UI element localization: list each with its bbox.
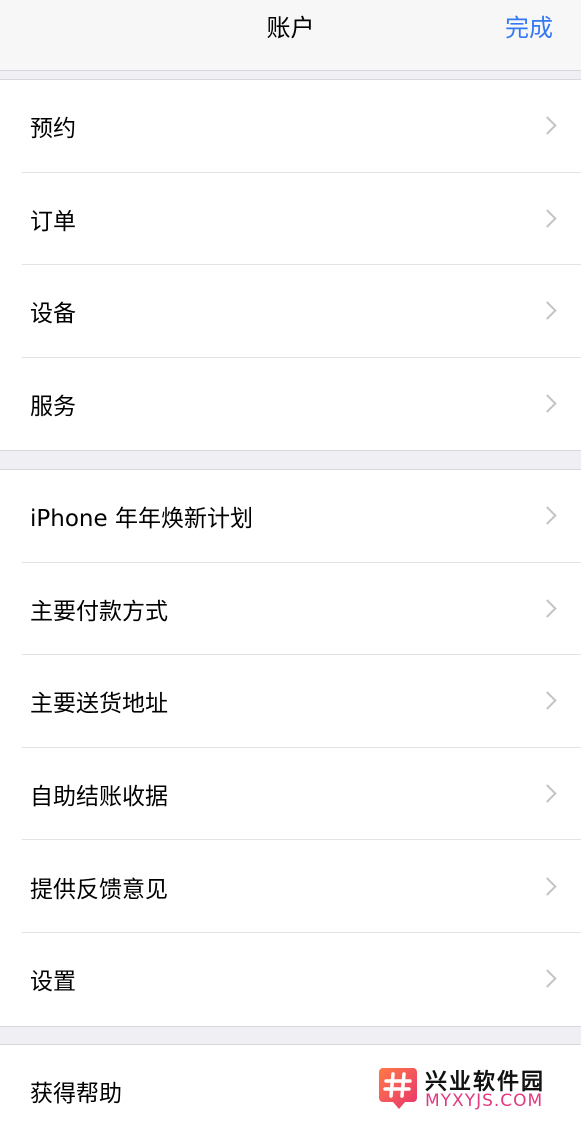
list-item-devices[interactable]: 设备	[0, 265, 581, 358]
list-item-label: 设备	[30, 301, 76, 328]
chevron-right-icon	[538, 394, 557, 413]
list-item-label: 主要付款方式	[30, 598, 168, 625]
list-item-payment-method[interactable]: 主要付款方式	[0, 563, 581, 656]
list-item-label: 服务	[30, 394, 76, 421]
list-item-label: 主要送货地址	[30, 691, 168, 718]
done-button[interactable]: 完成	[505, 0, 553, 56]
chevron-right-icon	[538, 116, 557, 135]
list-item-label: 自助结账收据	[30, 784, 168, 811]
chevron-right-icon	[538, 599, 557, 618]
chevron-right-icon	[538, 691, 557, 711]
list-item-settings[interactable]: 设置	[0, 933, 581, 1026]
list-item-label: 提供反馈意见	[30, 876, 168, 903]
list-item-self-checkout-receipts[interactable]: 自助结账收据	[0, 748, 581, 841]
navigation-bar: 账户 完成	[0, 0, 581, 71]
list-item-label: 预约	[30, 116, 76, 143]
watermark-subtitle: MYXYJS.COM	[425, 1091, 544, 1111]
list-item-label: 设置	[30, 969, 76, 996]
list-item-label: 订单	[30, 208, 76, 235]
chevron-right-icon	[538, 876, 557, 896]
chevron-right-icon	[538, 301, 557, 321]
hash-logo-icon	[379, 1068, 417, 1109]
account-group-settings: iPhone 年年焕新计划 主要付款方式 主要送货地址 自助结账收据 提供反馈意…	[0, 469, 581, 1027]
list-item-shipping-address[interactable]: 主要送货地址	[0, 655, 581, 748]
list-item-orders[interactable]: 订单	[0, 173, 581, 266]
list-item-feedback[interactable]: 提供反馈意见	[0, 840, 581, 933]
account-group-orders: 预约 订单 设备 服务	[0, 79, 581, 452]
chevron-right-icon	[538, 784, 557, 803]
watermark: 兴业软件园 MYXYJS.COM	[379, 1064, 573, 1112]
chevron-right-icon	[538, 506, 557, 525]
page-title: 账户	[266, 14, 315, 42]
chevron-right-icon	[538, 969, 557, 988]
list-item-label: iPhone 年年焕新计划	[30, 506, 253, 533]
list-item-appointments[interactable]: 预约	[0, 80, 581, 173]
chevron-right-icon	[538, 209, 557, 228]
list-item-services[interactable]: 服务	[0, 358, 581, 451]
list-item-iphone-upgrade-program[interactable]: iPhone 年年焕新计划	[0, 470, 581, 563]
